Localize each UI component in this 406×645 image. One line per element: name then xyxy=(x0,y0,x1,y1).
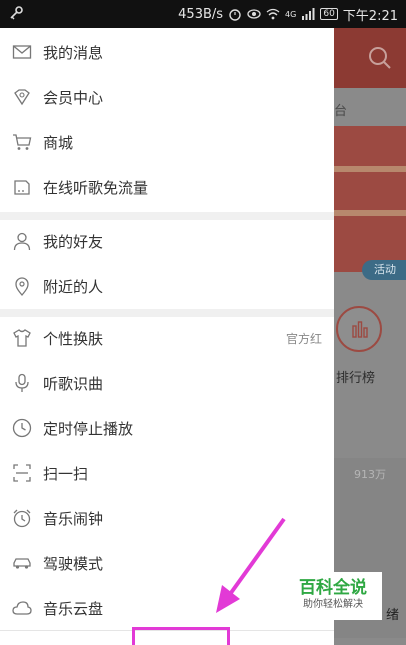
watermark-logo: 百科全说 助你轻松解决 xyxy=(284,572,382,620)
menu-item-label: 听歌识曲 xyxy=(43,375,104,393)
mail-icon xyxy=(12,45,32,59)
status-bar: 453B/s 4G 60 下午2:21 xyxy=(0,0,406,28)
battery-icon: 60 xyxy=(320,8,338,20)
signal-label: 4G xyxy=(285,9,297,19)
background-banner[interactable] xyxy=(334,126,406,272)
activity-badge[interactable]: 活动 xyxy=(362,260,406,280)
key-icon xyxy=(10,6,23,20)
background-text-fragment: 绪 xyxy=(386,608,400,623)
menu-item-friends[interactable]: 我的好友 xyxy=(0,219,334,264)
annotation-highlight-box xyxy=(132,627,230,645)
menu-item-label: 我的好友 xyxy=(43,233,104,251)
eye-status-icon xyxy=(247,9,261,19)
microphone-icon xyxy=(15,373,29,392)
menu-item-vip-center[interactable]: 会员中心 xyxy=(0,75,334,120)
menu-item-label: 个性换肤 xyxy=(43,330,104,348)
menu-item-free-data[interactable]: 在线听歌免流量 xyxy=(0,165,334,210)
watermark-title: 百科全说 xyxy=(299,578,367,598)
menu-item-scan[interactable]: 扫一扫 xyxy=(0,451,334,496)
person-icon xyxy=(13,232,31,251)
car-icon xyxy=(13,558,31,569)
menu-item-label: 我的消息 xyxy=(43,44,104,62)
menu-item-label: 在线听歌免流量 xyxy=(43,179,149,197)
play-count: 913万 xyxy=(354,468,386,481)
network-speed: 453B/s xyxy=(178,6,224,22)
menu-item-label: 音乐闹钟 xyxy=(43,510,104,528)
menu-item-label: 驾驶模式 xyxy=(43,555,104,573)
background-tab-fragment: 台 xyxy=(334,104,348,119)
banner-stripe xyxy=(334,166,406,216)
clock-icon xyxy=(12,418,32,438)
menu-item-skin[interactable]: 个性换肤 官方红 xyxy=(0,316,334,361)
wifi-icon xyxy=(266,8,280,20)
search-icon[interactable] xyxy=(368,46,392,70)
clock-time: 下午2:21 xyxy=(342,8,398,24)
cloud-icon xyxy=(12,601,32,615)
background-header xyxy=(334,28,406,88)
alarm-status-icon xyxy=(229,9,241,21)
menu-item-label: 定时停止播放 xyxy=(43,420,134,438)
sim-card-icon xyxy=(14,180,30,195)
menu-item-nearby[interactable]: 附近的人 xyxy=(0,264,334,309)
menu-item-store[interactable]: 商城 xyxy=(0,120,334,165)
menu-item-sleep-timer[interactable]: 定时停止播放 xyxy=(0,406,334,451)
signal-bars-icon xyxy=(302,8,315,20)
menu-item-label: 商城 xyxy=(43,134,74,152)
menu-item-label: 扫一扫 xyxy=(43,465,89,483)
watermark-subtitle: 助你轻松解决 xyxy=(303,599,363,610)
ranking-icon xyxy=(352,321,368,338)
background-app: 台 活动 排行榜 913万 绪 xyxy=(334,28,406,645)
diamond-icon xyxy=(14,89,30,106)
current-skin-value: 官方红 xyxy=(285,332,322,346)
menu-item-song-recognition[interactable]: 听歌识曲 xyxy=(0,361,334,406)
tshirt-icon xyxy=(13,329,31,347)
menu-item-messages[interactable]: 我的消息 xyxy=(0,30,334,75)
ranking-button[interactable] xyxy=(336,306,382,352)
menu-item-label: 附近的人 xyxy=(43,278,104,296)
scan-icon xyxy=(13,464,31,482)
cart-icon xyxy=(13,134,32,150)
location-pin-icon xyxy=(15,277,29,296)
menu-item-label: 会员中心 xyxy=(43,89,104,107)
menu-item-label: 音乐云盘 xyxy=(43,600,104,618)
ranking-label: 排行榜 xyxy=(336,371,376,386)
alarm-clock-icon xyxy=(13,509,31,528)
annotation-arrow-icon xyxy=(216,517,286,613)
